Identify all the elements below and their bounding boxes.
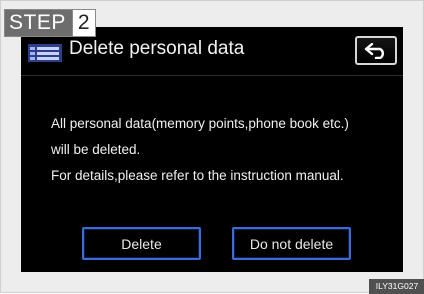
step-label: STEP bbox=[5, 10, 72, 36]
navigation-screen: Delete personal data All personal data(m… bbox=[21, 27, 403, 272]
back-button[interactable] bbox=[355, 36, 397, 65]
message-line: All personal data(memory points,phone bo… bbox=[51, 116, 349, 131]
message-line: will be deleted. bbox=[51, 142, 141, 157]
back-arrow-icon bbox=[364, 42, 384, 59]
do-not-delete-button[interactable]: Do not delete bbox=[232, 227, 351, 260]
dialog-title: Delete personal data bbox=[69, 38, 245, 59]
step-number: 2 bbox=[71, 10, 95, 36]
manual-figure-frame: STEP 2 Delete personal data All personal… bbox=[0, 0, 424, 294]
message-line: For details,please refer to the instruct… bbox=[51, 168, 344, 183]
delete-button[interactable]: Delete bbox=[82, 227, 201, 260]
step-badge: STEP 2 bbox=[4, 9, 96, 37]
settings-list-icon bbox=[28, 44, 62, 62]
warning-message: All personal data(memory points,phone bo… bbox=[51, 111, 349, 189]
image-code-label: ILY31G027 bbox=[369, 279, 424, 294]
